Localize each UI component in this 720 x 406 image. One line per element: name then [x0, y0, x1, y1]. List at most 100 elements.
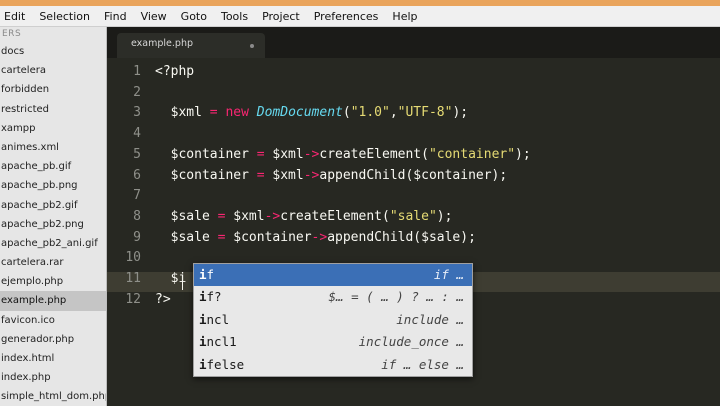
- menubar: Edit Selection Find View Goto Tools Proj…: [0, 6, 720, 27]
- autocomplete-rest: ncl1: [206, 334, 237, 350]
- sidebar: ERS docs cartelera forbidden restricted xamp…: [0, 27, 107, 406]
- sidebar-item[interactable]: docs: [0, 42, 106, 61]
- autocomplete-hint: include …: [396, 311, 464, 327]
- sidebar-item[interactable]: simple_html_dom.php: [0, 387, 106, 406]
- code-token: (: [342, 105, 351, 121]
- sidebar-item[interactable]: xampp: [0, 119, 106, 138]
- sidebar-item[interactable]: apache_pb2.png: [0, 215, 106, 234]
- autocomplete-trigger: incl: [199, 309, 229, 331]
- code-token: ->: [303, 146, 320, 162]
- menu-help[interactable]: Help: [385, 10, 424, 23]
- text-caret: [182, 275, 183, 290]
- sidebar-item[interactable]: generador.php: [0, 330, 106, 349]
- code-token: $container: [155, 146, 257, 162]
- code-token: $container: [225, 229, 312, 245]
- code-token: $sale: [155, 208, 218, 224]
- code-line: $xml = new DomDocument("1.0","UTF-8");: [155, 103, 468, 123]
- autocomplete-item[interactable]: if if …: [194, 264, 472, 287]
- autocomplete-rest: felse: [206, 356, 245, 372]
- menu-find[interactable]: Find: [97, 10, 134, 23]
- sidebar-header: ERS: [2, 29, 22, 39]
- line-number: 1: [133, 64, 141, 79]
- line-number: 12: [125, 291, 141, 307]
- sidebar-item[interactable]: index.html: [0, 349, 106, 368]
- autocomplete-trigger: ifelse: [199, 354, 244, 376]
- sidebar-item[interactable]: apache_pb2_ani.gif: [0, 234, 106, 253]
- sidebar-item[interactable]: forbidden: [0, 80, 106, 99]
- menu-view[interactable]: View: [134, 10, 174, 23]
- line-number: 7: [133, 188, 141, 204]
- sidebar-item[interactable]: cartelera: [0, 61, 106, 80]
- autocomplete-match: i: [199, 289, 207, 305]
- menu-selection[interactable]: Selection: [32, 10, 97, 23]
- code-token: );: [436, 208, 453, 224]
- line-number: 4: [133, 126, 141, 142]
- code-token: createElement(: [280, 208, 390, 224]
- menu-tools[interactable]: Tools: [214, 10, 255, 23]
- code-token: "container": [428, 146, 516, 162]
- menu-project[interactable]: Project: [255, 10, 307, 23]
- code-token: new: [225, 105, 249, 121]
- tab-label: example.php: [131, 38, 193, 49]
- sidebar-item[interactable]: index.php: [0, 368, 106, 387]
- autocomplete-hint: $… = ( … ) ? … : …: [328, 289, 464, 305]
- code-token: <?php: [155, 64, 195, 79]
- autocomplete-popup: if if … if? $… = ( … ) ? … : … incl include ……: [193, 263, 473, 377]
- code-token: $xml: [225, 208, 265, 224]
- sidebar-item[interactable]: apache_pb2.gif: [0, 196, 106, 215]
- autocomplete-hint: if … else …: [381, 356, 464, 372]
- code-token: $xml: [155, 105, 210, 121]
- autocomplete-match: i: [199, 356, 207, 372]
- menu-preferences[interactable]: Preferences: [307, 10, 386, 23]
- code-token: $xml: [264, 167, 304, 183]
- code-token: "UTF-8": [397, 105, 453, 121]
- code-token: "sale": [389, 208, 437, 224]
- sidebar-item[interactable]: example.php: [0, 291, 106, 311]
- sidebar-item[interactable]: cartelera.rar: [0, 253, 106, 272]
- menu-edit[interactable]: Edit: [0, 10, 32, 23]
- tab-example-php[interactable]: example.php: [117, 33, 265, 58]
- autocomplete-trigger: incl1: [199, 331, 237, 353]
- line-number: 11: [125, 271, 141, 286]
- autocomplete-item[interactable]: incl1 include_once …: [194, 331, 472, 353]
- autocomplete-item[interactable]: ifelse if … else …: [194, 354, 472, 376]
- sidebar-item[interactable]: favicon.ico: [0, 311, 106, 330]
- menu-goto[interactable]: Goto: [174, 10, 214, 23]
- sidebar-item[interactable]: restricted: [0, 100, 106, 119]
- autocomplete-match: i: [199, 267, 207, 282]
- sidebar-item[interactable]: apache_pb.gif: [0, 157, 106, 176]
- code-token: ->: [303, 167, 320, 183]
- sidebar-item[interactable]: ejemplo.php: [0, 272, 106, 291]
- sidebar-item[interactable]: animes.xml: [0, 138, 106, 157]
- code-token: =: [209, 105, 218, 121]
- code-line: $sale = $container->appendChild($sale);: [155, 228, 476, 248]
- line-number: 3: [133, 105, 141, 121]
- autocomplete-item[interactable]: if? $… = ( … ) ? … : …: [194, 286, 472, 308]
- line-number: 2: [133, 84, 141, 100]
- autocomplete-hint: if …: [433, 267, 464, 282]
- code-token: $sale: [155, 229, 218, 245]
- code-token: =: [256, 167, 265, 183]
- code-token: $container: [155, 167, 257, 183]
- line-number: 8: [133, 208, 141, 224]
- autocomplete-match: i: [199, 311, 207, 327]
- line-number: 10: [125, 250, 141, 266]
- code-line: ?>: [155, 290, 171, 310]
- file-list: docs cartelera forbidden restricted xampp ani…: [0, 42, 106, 406]
- autocomplete-hint: include_once …: [358, 334, 464, 350]
- code-token: ->: [264, 208, 281, 224]
- code-token: $xml: [264, 146, 304, 162]
- autocomplete-item[interactable]: incl include …: [194, 309, 472, 331]
- tab-bar: example.php: [107, 27, 720, 58]
- autocomplete-rest: f?: [206, 289, 222, 305]
- code-line: $sale = $xml->createElement("sale");: [155, 207, 453, 227]
- autocomplete-rest: f: [206, 267, 215, 282]
- tab-close-icon[interactable]: [250, 44, 254, 48]
- sidebar-item[interactable]: apache_pb.png: [0, 176, 106, 195]
- code-line: $container = $xml->appendChild($containe…: [155, 166, 508, 186]
- autocomplete-rest: ncl: [206, 311, 230, 327]
- code-token: );: [515, 146, 531, 162]
- code-token: ?>: [155, 291, 171, 307]
- code-token: DomDocument: [256, 105, 343, 121]
